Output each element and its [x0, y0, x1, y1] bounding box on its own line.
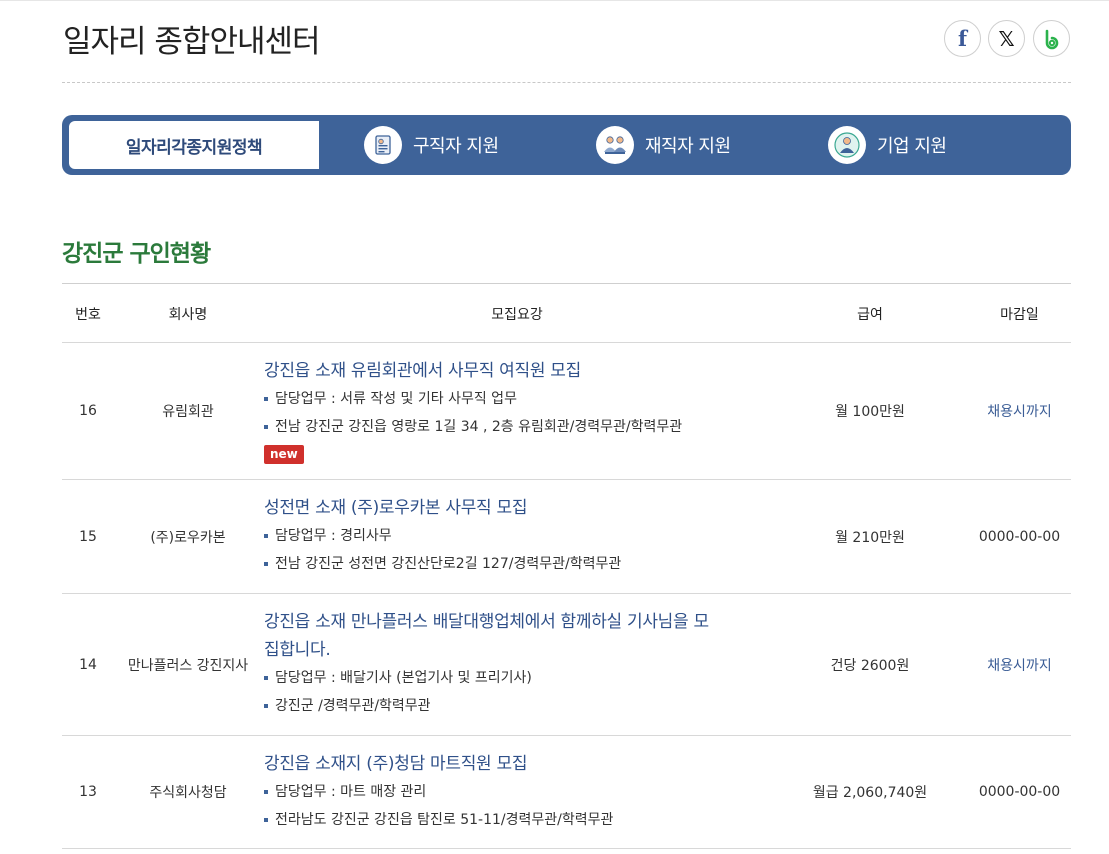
- row-deadline: 채용시까지: [987, 657, 1052, 674]
- tab-label: 재직자 지원: [645, 136, 731, 157]
- x-icon: 𝕏: [998, 26, 1015, 51]
- tab-label: 기업 지원: [877, 136, 947, 157]
- tab-job-policies[interactable]: 일자리각종지원정책: [69, 121, 319, 169]
- company-icon: [828, 126, 866, 164]
- band-share-button[interactable]: [1033, 20, 1070, 57]
- row-no: 15: [79, 528, 97, 545]
- row-company: (주)로우카본: [150, 529, 226, 546]
- tab-employee-support[interactable]: 재직자 지원: [596, 125, 731, 165]
- job-title-link[interactable]: 성전면 소재 (주)로우카본 사무직 모집: [264, 494, 774, 522]
- duty-text: 담당업무 : 서류 작성 및 기타 사무직 업무: [275, 391, 517, 407]
- table-header: 번호 회사명 모집요강 급여 마감일: [62, 284, 1071, 343]
- duty-line: 담당업무 : 배달기사 (본업기사 및 프리기사): [264, 664, 774, 692]
- location-text: 전남 강진군 성전면 강진산단로2길 127/경력무관/학력무관: [275, 556, 622, 572]
- location-line: 전라남도 강진군 강진읍 탐진로 51-11/경력무관/학력무관: [264, 806, 774, 834]
- bullet-icon: [264, 676, 268, 680]
- row-deadline: 0000-00-00: [978, 784, 1061, 800]
- header-salary: 급여: [857, 306, 883, 323]
- facebook-share-button[interactable]: f: [944, 20, 981, 57]
- row-deadline: 0000-00-00: [978, 528, 1061, 545]
- row-no: 16: [79, 403, 97, 419]
- row-company: 주식회사청담: [149, 785, 227, 801]
- header-requirements: 모집요강: [491, 306, 543, 323]
- job-title-link[interactable]: 강진읍 소재지 (주)청담 마트직원 모집: [264, 750, 774, 778]
- top-rule: [0, 0, 1109, 4]
- duty-text: 담당업무 : 배달기사 (본업기사 및 프리기사): [275, 670, 532, 686]
- duty-line: 담당업무 : 서류 작성 및 기타 사무직 업무: [264, 385, 774, 413]
- jobseeker-icon: [364, 126, 402, 164]
- row-requirements: 강진읍 소재 만나플러스 배달대행업체에서 함께하실 기사님을 모 집합니다. …: [264, 608, 774, 720]
- bullet-icon: [264, 534, 268, 538]
- tab-company-support[interactable]: 기업 지원: [828, 125, 947, 165]
- duty-line: 담당업무 : 경리사무: [264, 522, 774, 550]
- section-title: 강진군 구인현황: [62, 241, 211, 267]
- bullet-icon: [264, 562, 268, 566]
- bullet-icon: [264, 704, 268, 708]
- tab-jobseeker-support[interactable]: 구직자 지원: [364, 125, 499, 165]
- job-title-line: 집합니다.: [264, 640, 331, 660]
- bullet-icon: [264, 818, 268, 822]
- table-row: 13 주식회사청담 강진읍 소재지 (주)청담 마트직원 모집 담당업무 : 마…: [62, 736, 1071, 849]
- new-badge: new: [264, 445, 304, 464]
- row-requirements: 강진읍 소재지 (주)청담 마트직원 모집 담당업무 : 마트 매장 관리 전라…: [264, 750, 774, 834]
- row-company: 유림회관: [162, 404, 214, 420]
- job-title-line: 강진읍 소재 만나플러스 배달대행업체에서 함께하실 기사님을 모: [264, 612, 709, 632]
- row-requirements: 성전면 소재 (주)로우카본 사무직 모집 담당업무 : 경리사무 전남 강진군…: [264, 494, 774, 578]
- x-share-button[interactable]: 𝕏: [988, 20, 1025, 57]
- row-no: 14: [79, 656, 97, 673]
- band-icon: [1045, 29, 1058, 49]
- row-salary: 월 100만원: [835, 404, 905, 420]
- row-salary: 월급 2,060,740원: [812, 785, 928, 801]
- row-no: 13: [79, 784, 97, 800]
- bullet-icon: [264, 425, 268, 429]
- row-deadline: 채용시까지: [987, 404, 1052, 420]
- row-requirements: 강진읍 소재 유림회관에서 사무직 여직원 모집 담당업무 : 서류 작성 및 …: [264, 357, 774, 464]
- job-title-link[interactable]: 강진읍 소재 유림회관에서 사무직 여직원 모집: [264, 357, 774, 385]
- location-text: 전라남도 강진군 강진읍 탐진로 51-11/경력무관/학력무관: [275, 812, 614, 828]
- header-no: 번호: [75, 306, 101, 323]
- header-company: 회사명: [168, 306, 208, 323]
- page-title: 일자리 종합안내센터: [63, 24, 321, 60]
- location-line: 전남 강진군 강진읍 영랑로 1길 34 , 2층 유림회관/경력무관/학력무관: [264, 413, 774, 441]
- row-company: 만나플러스 강진지사: [127, 657, 249, 674]
- header-deadline: 마감일: [1000, 306, 1039, 323]
- location-text: 강진군 /경력무관/학력무관: [275, 698, 431, 714]
- bullet-icon: [264, 397, 268, 401]
- table-row: 15 (주)로우카본 성전면 소재 (주)로우카본 사무직 모집 담당업무 : …: [62, 480, 1071, 594]
- duty-line: 담당업무 : 마트 매장 관리: [264, 778, 774, 806]
- row-salary: 월 210만원: [835, 529, 905, 546]
- table-row: 16 유림회관 강진읍 소재 유림회관에서 사무직 여직원 모집 담당업무 : …: [62, 343, 1071, 480]
- job-listing-table: 번호 회사명 모집요강 급여 마감일 16 유림회관 강진읍 소재 유림회관에서…: [62, 283, 1071, 849]
- job-title-link[interactable]: 강진읍 소재 만나플러스 배달대행업체에서 함께하실 기사님을 모 집합니다.: [264, 608, 774, 664]
- duty-text: 담당업무 : 마트 매장 관리: [275, 784, 427, 800]
- location-line: 강진군 /경력무관/학력무관: [264, 692, 774, 720]
- row-salary: 건당 2600원: [830, 657, 910, 674]
- location-text: 전남 강진군 강진읍 영랑로 1길 34 , 2층 유림회관/경력무관/학력무관: [275, 419, 683, 435]
- support-tabbar: 일자리각종지원정책 구직자 지원 재직자 지원 기업 지원: [62, 115, 1071, 175]
- facebook-icon: f: [957, 26, 968, 51]
- title-divider: [62, 82, 1071, 83]
- bullet-icon: [264, 790, 268, 794]
- tab-label: 구직자 지원: [413, 136, 499, 157]
- location-line: 전남 강진군 성전면 강진산단로2길 127/경력무관/학력무관: [264, 550, 774, 578]
- table-row: 14 만나플러스 강진지사 강진읍 소재 만나플러스 배달대행업체에서 함께하실…: [62, 594, 1071, 736]
- employee-icon: [596, 126, 634, 164]
- duty-text: 담당업무 : 경리사무: [275, 528, 392, 544]
